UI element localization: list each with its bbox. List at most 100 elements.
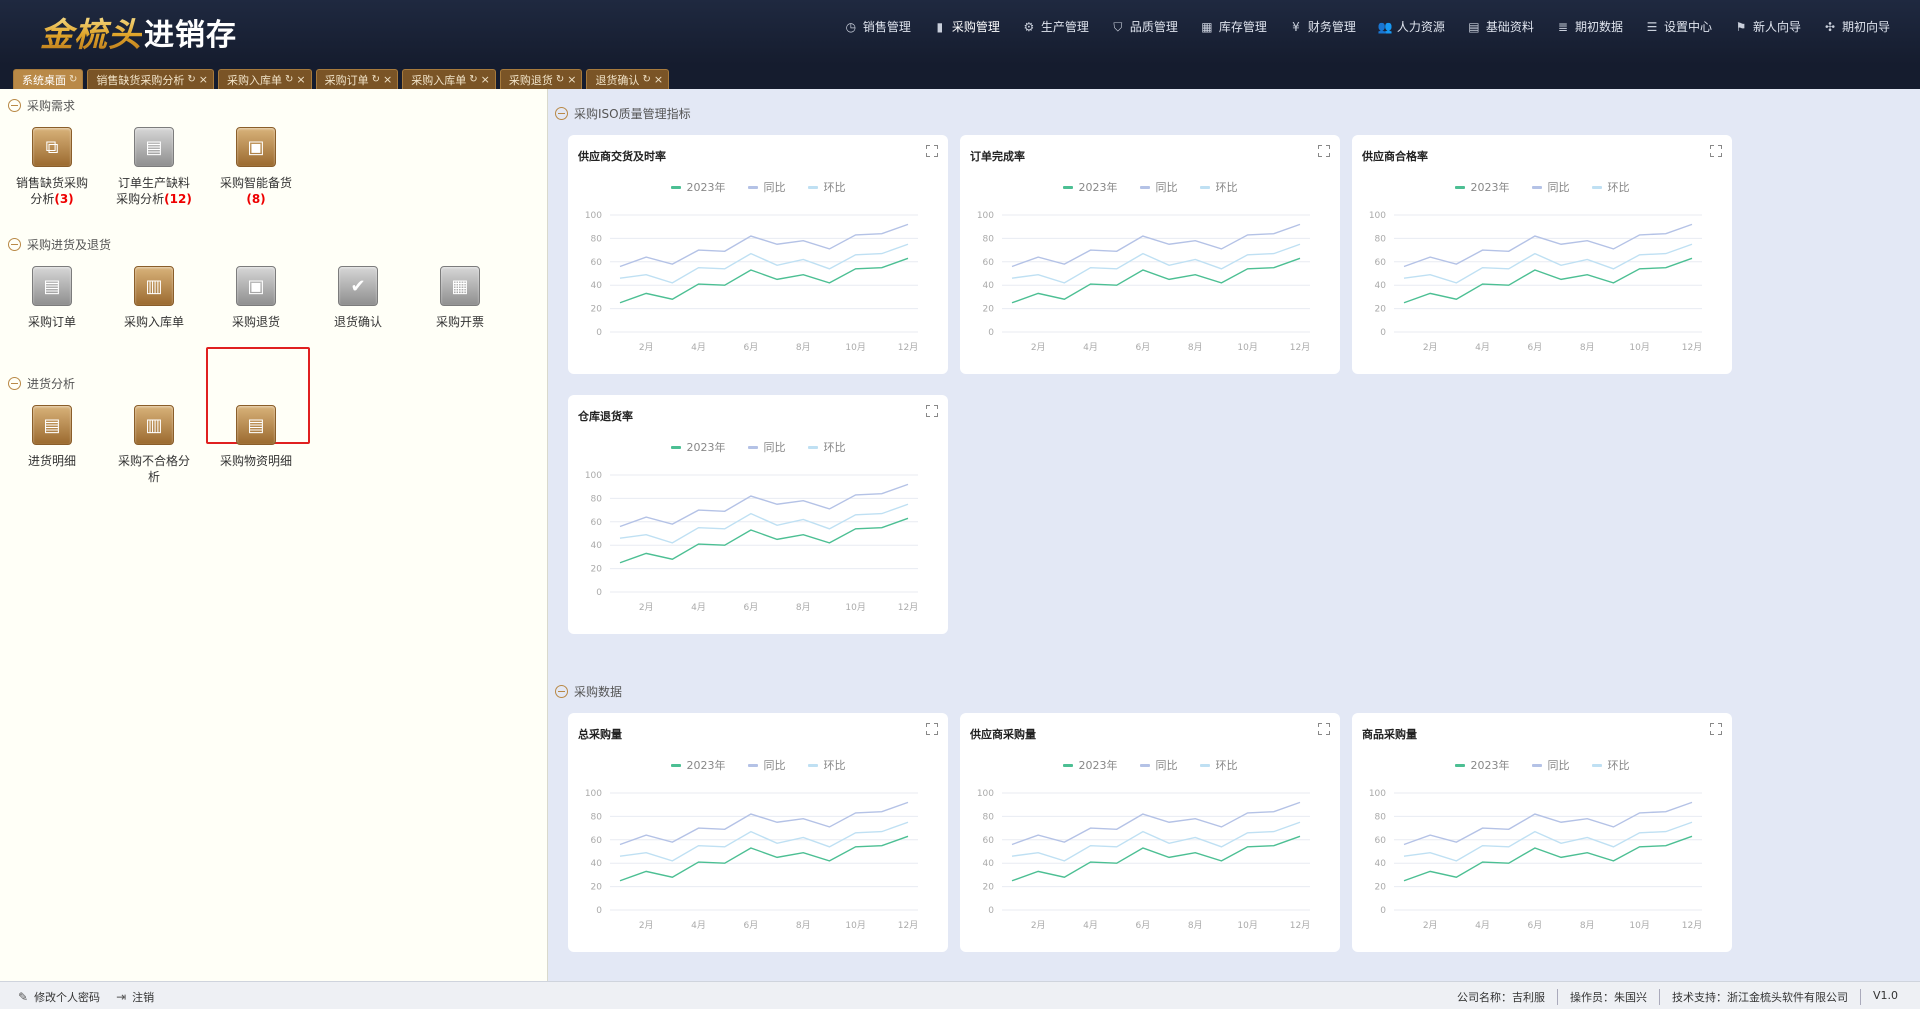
function-item-1-3[interactable]: ✔ 退货确认	[313, 266, 403, 330]
left-section-1[interactable]: 采购进货及退货	[8, 236, 111, 253]
legend-item-1[interactable]: 同比	[1139, 757, 1178, 773]
refresh-icon[interactable]: ↻	[285, 74, 293, 85]
nav-item-7[interactable]: ▤ 基础资料	[1467, 18, 1534, 35]
nav-item-label: 人力资源	[1396, 20, 1445, 34]
refresh-icon[interactable]: ↻	[69, 74, 77, 85]
collapse-icon[interactable]	[8, 377, 21, 390]
legend-item-1[interactable]: 同比	[1139, 179, 1178, 195]
refresh-icon[interactable]: ↻	[372, 74, 380, 85]
legend-item-0[interactable]: 2023年	[1454, 757, 1510, 773]
collapse-icon[interactable]	[555, 107, 568, 120]
function-item-1-4[interactable]: ▦ 采购开票	[415, 266, 505, 330]
legend-item-0[interactable]: 2023年	[670, 757, 726, 773]
legend-item-1[interactable]: 同比	[1531, 179, 1570, 195]
tab-1[interactable]: 销售缺货采购分析 ↻ ×	[87, 69, 214, 89]
tab-6[interactable]: 退货确认 ↻ ×	[586, 69, 670, 89]
legend-swatch	[1139, 763, 1150, 767]
nav-item-3[interactable]: ⛉ 品质管理	[1111, 18, 1178, 35]
expand-icon[interactable]	[1318, 145, 1330, 157]
nav-item-11[interactable]: ✣ 期初向导	[1823, 18, 1890, 35]
left-section-2[interactable]: 进货分析	[8, 375, 75, 392]
x-tick-label: 6月	[1136, 920, 1151, 931]
function-item-2-2[interactable]: ▤ 采购物资明细	[211, 405, 301, 469]
close-icon[interactable]: ×	[383, 73, 392, 86]
nav-item-label: 生产管理	[1040, 20, 1089, 34]
function-label-line1: 采购订单	[27, 315, 76, 329]
legend-item-0[interactable]: 2023年	[670, 439, 726, 455]
nav-item-10[interactable]: ⚑ 新人向导	[1734, 18, 1801, 35]
logout-button[interactable]: ⇥ 注销	[116, 989, 154, 1005]
x-tick-label: 12月	[1290, 342, 1310, 353]
function-item-1-0[interactable]: ▤ 采购订单	[7, 266, 97, 330]
tab-4[interactable]: 采购入库单 ↻ ×	[402, 69, 496, 89]
nav-item-6[interactable]: 👥 人力资源	[1378, 18, 1445, 35]
section-purchase-data[interactable]: 采购数据	[555, 683, 622, 700]
legend-item-0[interactable]: 2023年	[1454, 179, 1510, 195]
close-icon[interactable]: ×	[296, 73, 305, 86]
y-tick-label: 80	[591, 812, 603, 822]
refresh-icon[interactable]: ↻	[642, 74, 650, 85]
collapse-icon[interactable]	[8, 238, 21, 251]
legend-swatch	[1139, 185, 1150, 189]
function-item-1-1[interactable]: ▥ 采购入库单	[109, 266, 199, 330]
refresh-icon[interactable]: ↻	[556, 74, 564, 85]
x-tick-label: 4月	[1475, 342, 1490, 353]
x-tick-label: 12月	[1682, 342, 1702, 353]
chart-legend: 2023年 同比 环比	[568, 757, 948, 773]
tab-0[interactable]: 系统桌面 ↻	[13, 69, 84, 89]
nav-item-0[interactable]: ◷ 销售管理	[844, 18, 911, 35]
tab-3[interactable]: 采购订单 ↻ ×	[315, 69, 399, 89]
expand-icon[interactable]	[926, 723, 938, 735]
logo-product-text: 进销存	[144, 18, 237, 53]
chart-card-2: 供应商合格率 2023年 同比 环比 0 20 40 60 80 100 2月 4月 6月 8月 10月 12…	[1352, 135, 1732, 374]
function-item-0-1[interactable]: ▤ 订单生产缺料 采购分析(12)	[109, 127, 199, 207]
expand-icon[interactable]	[1710, 145, 1722, 157]
close-icon[interactable]: ×	[481, 73, 490, 86]
legend-item-2[interactable]: 环比	[807, 179, 846, 195]
left-section-0[interactable]: 采购需求	[8, 97, 75, 114]
refresh-icon[interactable]: ↻	[469, 74, 477, 85]
function-item-1-2[interactable]: ▣ 采购退货	[211, 266, 301, 330]
function-item-2-0[interactable]: ▤ 进货明细	[7, 405, 97, 469]
expand-icon[interactable]	[926, 405, 938, 417]
nav-item-1[interactable]: ▮ 采购管理	[933, 18, 1000, 35]
nav-item-5[interactable]: ¥ 财务管理	[1289, 18, 1356, 35]
legend-item-1[interactable]: 同比	[747, 439, 786, 455]
function-item-0-2[interactable]: ▣ 采购智能备货 (8)	[211, 127, 301, 207]
tab-2[interactable]: 采购入库单 ↻ ×	[218, 69, 312, 89]
function-item-0-0[interactable]: ⧉ 销售缺货采购 分析(3)	[7, 127, 97, 207]
legend-item-2[interactable]: 环比	[1591, 757, 1630, 773]
function-label-line2: 析	[109, 469, 199, 485]
legend-item-0[interactable]: 2023年	[1062, 179, 1118, 195]
legend-item-1[interactable]: 同比	[747, 179, 786, 195]
tab-5[interactable]: 采购退货 ↻ ×	[499, 69, 583, 89]
close-icon[interactable]: ×	[199, 73, 208, 86]
expand-icon[interactable]	[926, 145, 938, 157]
nav-item-2[interactable]: ⚙ 生产管理	[1022, 18, 1089, 35]
section-iso-quality[interactable]: 采购ISO质量管理指标	[555, 105, 691, 122]
legend-item-1[interactable]: 同比	[747, 757, 786, 773]
legend-item-2[interactable]: 环比	[1199, 757, 1238, 773]
x-tick-label: 10月	[1629, 920, 1649, 931]
nav-item-4[interactable]: ▦ 库存管理	[1200, 18, 1267, 35]
close-icon[interactable]: ×	[654, 73, 663, 86]
legend-item-1[interactable]: 同比	[1531, 757, 1570, 773]
nav-item-9[interactable]: ☰ 设置中心	[1645, 18, 1712, 35]
nav-item-8[interactable]: ≣ 期初数据	[1556, 18, 1623, 35]
legend-item-2[interactable]: 环比	[1199, 179, 1238, 195]
function-item-2-1[interactable]: ▥ 采购不合格分析	[109, 405, 199, 485]
legend-item-2[interactable]: 环比	[1591, 179, 1630, 195]
expand-icon[interactable]	[1318, 723, 1330, 735]
expand-icon[interactable]	[1710, 723, 1722, 735]
legend-item-0[interactable]: 2023年	[670, 179, 726, 195]
close-icon[interactable]: ×	[567, 73, 576, 86]
legend-swatch	[807, 763, 818, 767]
doc-icon: ▮	[936, 19, 944, 34]
change-password-button[interactable]: ✎ 修改个人密码	[18, 989, 100, 1005]
collapse-icon[interactable]	[8, 99, 21, 112]
legend-item-0[interactable]: 2023年	[1062, 757, 1118, 773]
legend-item-2[interactable]: 环比	[807, 439, 846, 455]
collapse-icon[interactable]	[555, 685, 568, 698]
legend-item-2[interactable]: 环比	[807, 757, 846, 773]
refresh-icon[interactable]: ↻	[187, 74, 195, 85]
